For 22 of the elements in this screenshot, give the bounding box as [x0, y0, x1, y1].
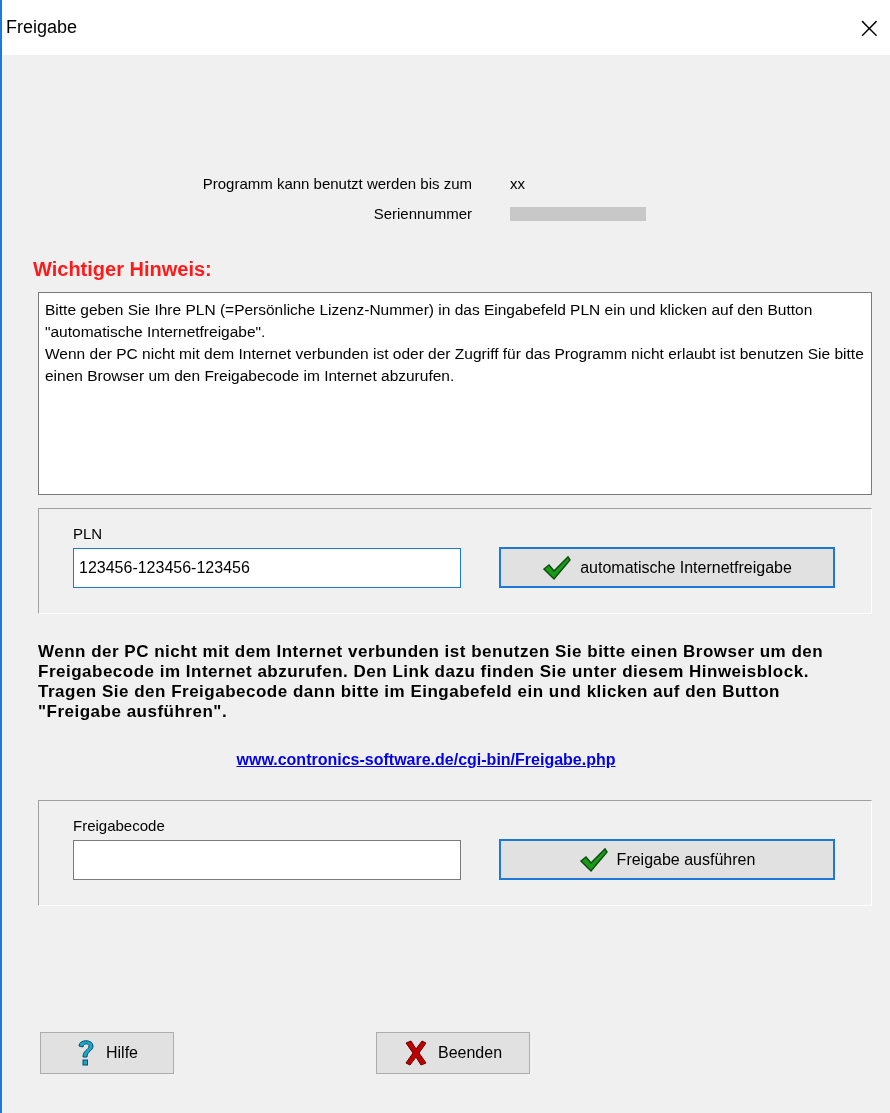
close-button[interactable]: × — [856, 12, 882, 43]
checkmark-icon — [542, 554, 573, 581]
instructions-text: Wenn der PC nicht mit dem Internet verbunden ist benutzen Sie bitte einen Browser um den Freigabecode im Internet abzurufen. Den Link dazu finden Sie unter diesem Hinweisblock. Tragen Sie den Freigabecode dann bitte im Eingabefeld ein und klicken auf den Button "Freigabe ausführen". — [38, 642, 825, 722]
exit-button[interactable]: Beenden — [376, 1032, 530, 1074]
notice-heading: Wichtiger Hinweis: — [33, 257, 213, 282]
text-field[interactable] — [73, 839, 461, 880]
notice-text: Bitte geben Sie Ihre PLN (=Persönliche Lizenz-Nummer) in das Eingabefeld PLN ein und klicken auf den Button "automatische Internetfreigabe". — [45, 300, 814, 342]
window-title: Freigabe — [6, 16, 78, 39]
freigabe-link[interactable]: www.contronics-software.de/cgi-bin/Freigabe.php — [236, 748, 616, 772]
action-button[interactable]: automatische Internetfreigabe — [499, 547, 835, 588]
help-button[interactable]: Hilfe — [40, 1032, 174, 1074]
x-icon — [403, 1040, 428, 1066]
question-mark-icon — [76, 1038, 96, 1068]
text-field[interactable]: 123456-123456-123456 — [73, 547, 461, 588]
field-label: PLN — [73, 524, 104, 544]
info-label: Seriennummer — [372, 203, 472, 224]
action-button[interactable]: Freigabe ausführen — [499, 839, 835, 880]
info-label: Programm kann benutzt werden bis zum — [201, 173, 472, 194]
field-label: Freigabecode — [73, 816, 166, 836]
checkmark-icon — [578, 846, 609, 873]
notice-text: Wenn der PC nicht mit dem Internet verbunden ist oder der Zugriff für das Programm nicht erlaubt ist benutzen Sie bitte einen Browser um den Freigabecode im Internet abzurufen. — [45, 344, 865, 386]
info-value: xx — [510, 173, 525, 194]
